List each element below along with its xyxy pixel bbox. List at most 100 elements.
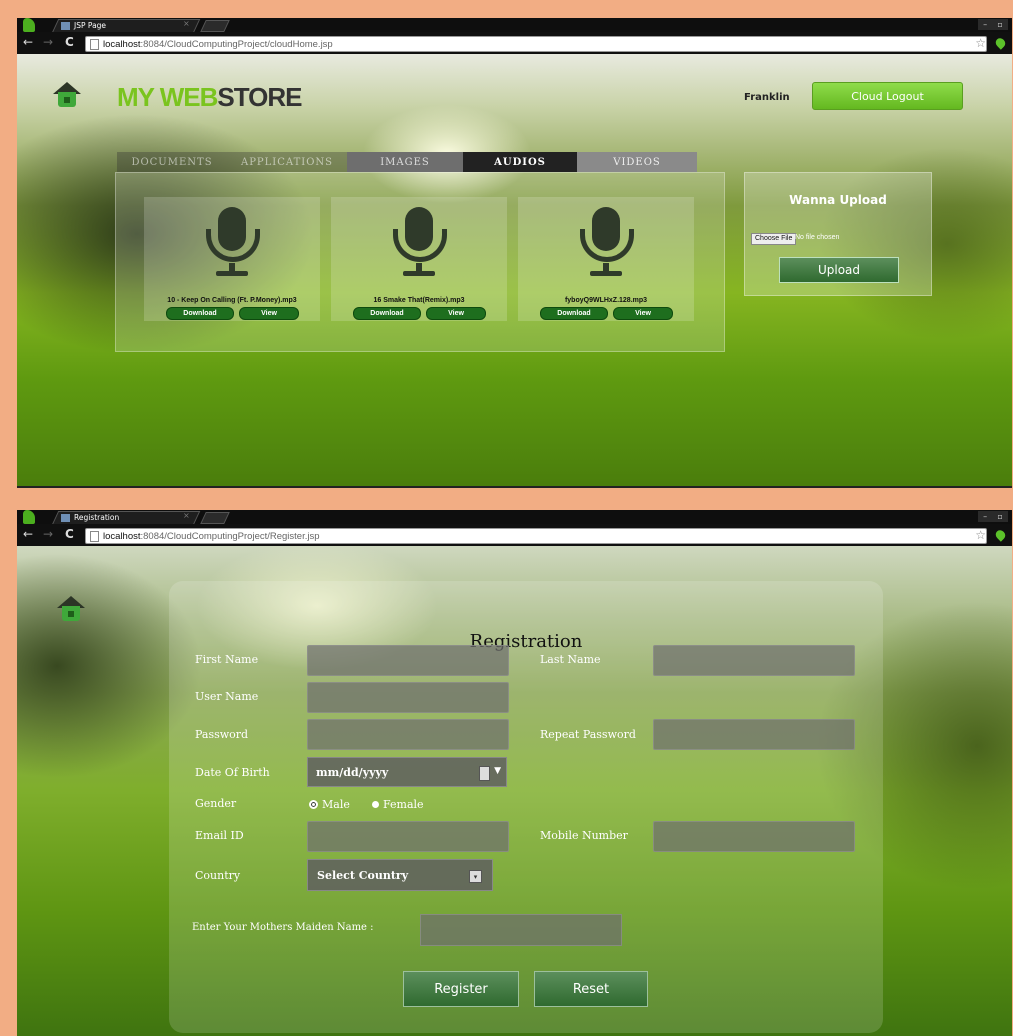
- password-label: Password: [195, 728, 249, 741]
- download-button[interactable]: Download: [353, 307, 421, 320]
- dob-placeholder: mm/dd/yyyy: [316, 765, 389, 779]
- tab-title: JSP Page: [74, 21, 107, 30]
- download-button[interactable]: Download: [540, 307, 608, 320]
- gender-male-radio[interactable]: Male: [309, 798, 350, 811]
- upload-title: Wanna Upload: [789, 193, 887, 207]
- files-panel: 10 - Keep On Calling (Ft. P.Money).mp3 D…: [115, 172, 725, 352]
- last-name-label: Last Name: [540, 653, 601, 666]
- address-bar[interactable]: localhost:8084/CloudComputingProject/clo…: [85, 36, 987, 52]
- tab-documents[interactable]: DOCUMENTS: [117, 152, 227, 172]
- dropdown-arrow-icon[interactable]: ▼: [494, 766, 501, 776]
- cloud-logout-button[interactable]: Cloud Logout: [812, 82, 963, 110]
- no-file-label: No file chosen: [795, 234, 840, 241]
- microphone-icon: [204, 207, 260, 279]
- tab-close-icon[interactable]: ×: [183, 19, 190, 28]
- tab-close-icon[interactable]: ×: [183, 511, 190, 520]
- maximize-icon[interactable]: ▫: [997, 512, 1002, 521]
- tab-title: Registration: [74, 513, 120, 522]
- file-card: 16 Smake That(Remix).mp3 Download View: [331, 197, 507, 321]
- file-card: 10 - Keep On Calling (Ft. P.Money).mp3 D…: [144, 197, 320, 321]
- forward-icon[interactable]: →: [43, 527, 53, 541]
- extension-icon[interactable]: [993, 36, 1008, 50]
- gender-label: Gender: [195, 797, 237, 810]
- address-bar[interactable]: localhost:8084/CloudComputingProject/Reg…: [85, 528, 987, 544]
- user-name-label: User Name: [195, 690, 259, 703]
- favicon-icon: [61, 21, 70, 30]
- url-host: localhost: [103, 530, 141, 542]
- maiden-name-label: Enter Your Mothers Maiden Name :: [192, 922, 374, 933]
- url-host: localhost: [103, 38, 141, 50]
- country-select[interactable]: Select Country ▾: [307, 859, 493, 891]
- favicon-icon: [61, 513, 70, 522]
- new-tab-button[interactable]: [200, 20, 230, 32]
- back-icon[interactable]: ←: [23, 527, 33, 541]
- back-icon[interactable]: ←: [23, 35, 33, 49]
- browser-window-registration: Registration × – ▫ ← → C localhost:8084/C…: [17, 510, 1012, 1036]
- register-button[interactable]: Register: [403, 971, 519, 1007]
- page-icon: [90, 38, 99, 50]
- browser-toolbar: ← → C localhost:8084/CloudComputingProje…: [17, 524, 1012, 546]
- page-content: Registration First Name Last Name User N…: [17, 546, 1012, 1036]
- microphone-icon: [391, 207, 447, 279]
- tab-images[interactable]: IMAGES: [347, 152, 463, 172]
- username-label: Franklin: [744, 92, 790, 103]
- first-name-label: First Name: [195, 653, 259, 666]
- browser-window-cloud-home: JSP Page × – ▫ ← → C localhost:8084/Cloud…: [17, 18, 1012, 488]
- repeat-password-field[interactable]: [653, 719, 855, 750]
- browser-logo-icon: [23, 510, 35, 524]
- minimize-icon[interactable]: –: [983, 512, 987, 521]
- extension-icon[interactable]: [993, 528, 1008, 542]
- bookmark-star-icon[interactable]: ☆: [975, 528, 986, 542]
- minimize-icon[interactable]: –: [983, 20, 987, 29]
- email-label: Email ID: [195, 829, 244, 842]
- bookmark-star-icon[interactable]: ☆: [975, 36, 986, 50]
- forward-icon[interactable]: →: [43, 35, 53, 49]
- browser-logo-icon: [23, 18, 35, 32]
- radio-selected-icon: [309, 800, 318, 809]
- url-path: :8084/CloudComputingProject/Register.jsp: [140, 530, 320, 542]
- window-controls[interactable]: – ▫: [978, 511, 1008, 522]
- tab-applications[interactable]: APPLICATIONS: [227, 152, 347, 172]
- repeat-password-label: Repeat Password: [540, 728, 636, 741]
- site-brand: MY WEBSTORE: [117, 82, 303, 112]
- new-tab-button[interactable]: [200, 512, 230, 524]
- file-name: 10 - Keep On Calling (Ft. P.Money).mp3: [167, 297, 297, 304]
- upload-button[interactable]: Upload: [779, 257, 899, 283]
- view-button[interactable]: View: [426, 307, 486, 320]
- download-button[interactable]: Download: [166, 307, 234, 320]
- reload-icon[interactable]: C: [65, 35, 74, 49]
- file-name: fyboyQ9WLHxZ.128.mp3: [564, 297, 648, 304]
- reload-icon[interactable]: C: [65, 527, 74, 541]
- chevron-down-icon[interactable]: ▾: [469, 870, 482, 883]
- email-field[interactable]: [307, 821, 509, 852]
- first-name-field[interactable]: [307, 645, 509, 676]
- category-tabs: DOCUMENTS APPLICATIONS IMAGES AUDIOS VID…: [117, 152, 717, 172]
- maiden-name-field[interactable]: [420, 914, 622, 946]
- radio-icon: [372, 801, 379, 808]
- tab-videos[interactable]: VIDEOS: [577, 152, 697, 172]
- gender-female-radio[interactable]: Female: [372, 798, 424, 811]
- upload-panel: Wanna Upload Choose File No file chosen …: [744, 172, 932, 296]
- view-button[interactable]: View: [613, 307, 673, 320]
- spinner-icon[interactable]: [479, 766, 490, 781]
- tab-strip: Registration × – ▫: [17, 510, 1012, 525]
- tab-audios[interactable]: AUDIOS: [463, 152, 577, 172]
- page-icon: [90, 530, 99, 542]
- password-field[interactable]: [307, 719, 509, 750]
- last-name-field[interactable]: [653, 645, 855, 676]
- mobile-field[interactable]: [653, 821, 855, 852]
- reset-button[interactable]: Reset: [534, 971, 648, 1007]
- view-button[interactable]: View: [239, 307, 299, 320]
- file-card: fyboyQ9WLHxZ.128.mp3 Download View: [518, 197, 694, 321]
- user-name-field[interactable]: [307, 682, 509, 713]
- dob-label: Date Of Birth: [195, 766, 270, 779]
- file-name: 16 Smake That(Remix).mp3: [373, 297, 465, 304]
- dob-field[interactable]: mm/dd/yyyy ▼: [307, 757, 507, 787]
- mobile-label: Mobile Number: [540, 829, 628, 842]
- choose-file-button[interactable]: Choose File: [751, 233, 797, 245]
- page-content: MY WEBSTORE Franklin Cloud Logout DOCUME…: [17, 54, 1012, 488]
- country-label: Country: [195, 869, 241, 882]
- window-controls[interactable]: – ▫: [978, 19, 1008, 30]
- horizontal-scrollbar[interactable]: [17, 486, 1012, 488]
- maximize-icon[interactable]: ▫: [997, 20, 1002, 29]
